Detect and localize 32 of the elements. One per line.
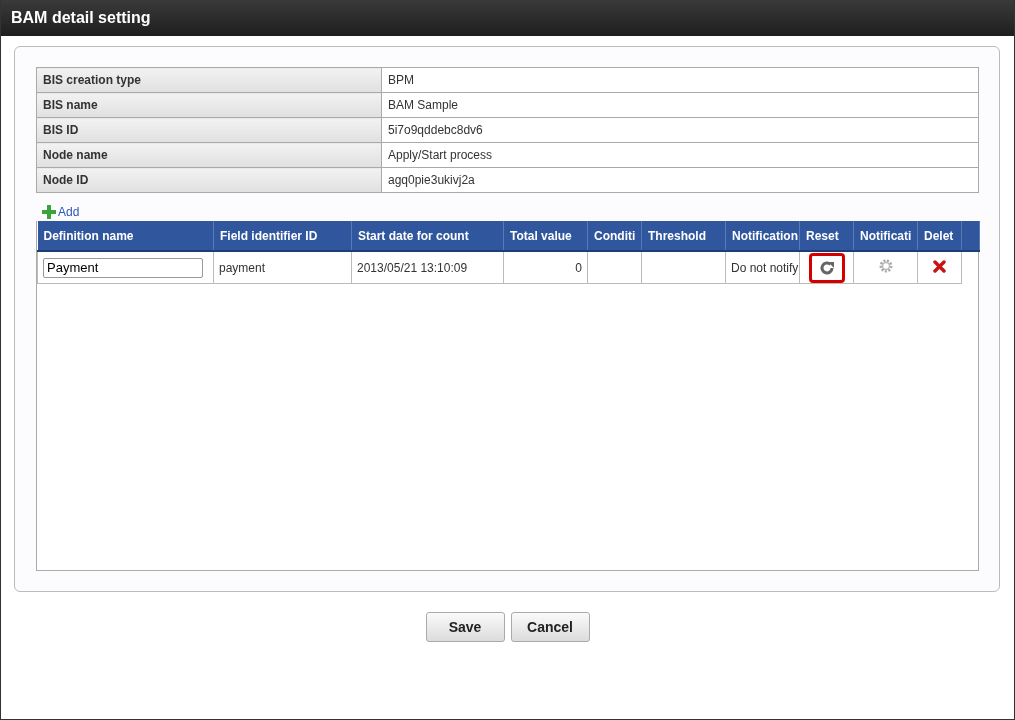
add-link[interactable]: Add [58,205,80,219]
column-header: Delet [917,221,962,251]
table-cell: 2013/05/21 13:10:09 [351,251,504,284]
plus-icon [42,205,56,219]
field-value: BPM [381,67,979,93]
field-label: Node name [36,142,382,168]
window-title: BAM detail setting [1,0,1014,36]
field-value: BAM Sample [381,92,979,118]
reset-icon[interactable] [818,259,835,276]
field-label: BIS creation type [36,67,382,93]
column-header: Reset [799,221,854,251]
field-label: BIS ID [36,117,382,143]
save-button[interactable]: Save [425,612,505,642]
column-header: Notificati [853,221,918,251]
column-header: Definition name [37,221,214,251]
field-label: Node ID [36,167,382,193]
column-header: Field identifier ID [213,221,352,251]
cancel-button[interactable]: Cancel [510,612,590,642]
field-value: Apply/Start process [381,142,979,168]
table-cell: payment [213,251,352,284]
column-header: Conditi [587,221,642,251]
field-value: agq0pie3ukivj2a [381,167,979,193]
delete-icon[interactable] [933,259,946,273]
column-header: Notification [725,221,800,251]
definition-name-input[interactable]: Payment [43,257,203,278]
column-header: Threshold [641,221,726,251]
table-cell: 0 [503,251,588,284]
field-value: 5i7o9qddebc8dv6 [381,117,979,143]
field-label: BIS name [36,92,382,118]
column-header: Total value [503,221,588,251]
column-header: Start date for count [351,221,504,251]
table-cell: Do not notify [725,251,800,284]
